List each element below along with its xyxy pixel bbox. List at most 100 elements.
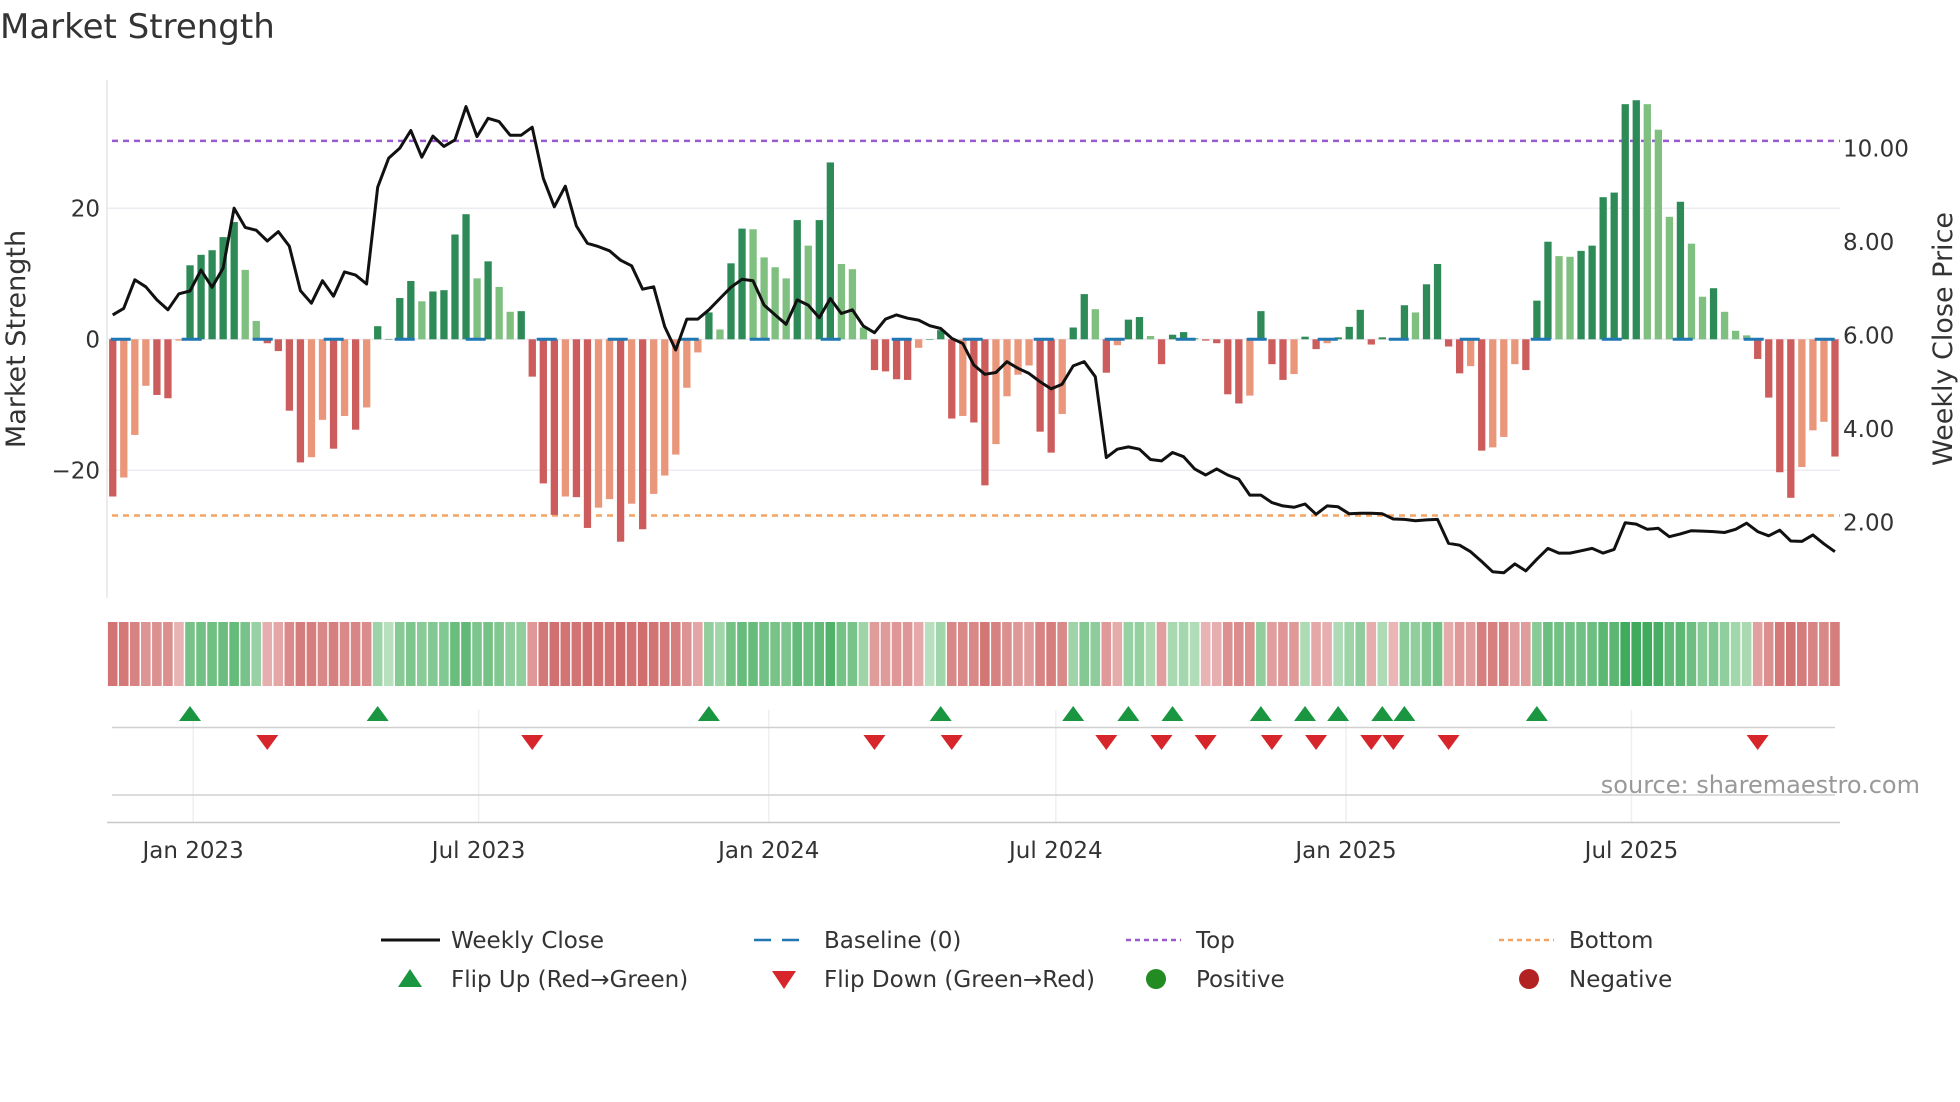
flip-up-marker xyxy=(1062,706,1085,721)
x-tick-label: Jan 2023 xyxy=(140,838,243,864)
strip-cell xyxy=(670,622,681,686)
strength-bar xyxy=(837,263,846,340)
strength-bar xyxy=(650,339,658,494)
strength-bar xyxy=(131,339,139,435)
strip-cell xyxy=(141,622,151,686)
strip-cell xyxy=(328,622,339,686)
strength-bar xyxy=(1643,104,1651,340)
strength-bar xyxy=(1157,339,1166,365)
strip-cell xyxy=(1222,622,1233,686)
strength-bar xyxy=(451,234,459,340)
strip-cell xyxy=(1057,622,1067,686)
y2-tick-label: 10.00 xyxy=(1843,136,1909,162)
strength-bar xyxy=(639,339,647,530)
strip-cell xyxy=(924,622,935,686)
flip-up-marker xyxy=(1117,706,1140,721)
flip-down-marker xyxy=(521,735,544,750)
flip-down-marker xyxy=(1305,735,1328,750)
strength-bar xyxy=(1345,326,1353,340)
strip-cell xyxy=(1565,622,1575,686)
strip-cell xyxy=(693,622,703,686)
strip-cell xyxy=(726,622,736,686)
strip-cell xyxy=(1200,622,1211,686)
strip-cell xyxy=(1046,622,1056,686)
strip-cell xyxy=(836,622,847,686)
strip-cell xyxy=(1719,622,1730,686)
strip-cell xyxy=(1532,622,1542,686)
strip-cell xyxy=(825,622,836,686)
strip-cell xyxy=(1101,622,1112,686)
strip-cell xyxy=(196,622,206,686)
strength-bar xyxy=(252,320,260,340)
strip-cell xyxy=(251,622,262,686)
strength-bar xyxy=(738,228,746,340)
strip-cell xyxy=(405,622,416,686)
flip-down-marker xyxy=(256,735,279,750)
strip-cell xyxy=(549,622,560,686)
strip-cell xyxy=(1653,622,1664,686)
strip-cell xyxy=(946,622,957,686)
right-axis-ticks: 10.00 8.00 6.00 4.00 2.00 xyxy=(1843,136,1909,536)
strip-cell xyxy=(1002,622,1012,686)
strength-bar xyxy=(572,339,581,498)
strength-bar xyxy=(208,250,216,340)
strength-bar xyxy=(164,339,172,399)
strip-cell xyxy=(759,622,769,686)
flip-up-marker xyxy=(1249,706,1272,721)
strength-bar xyxy=(1555,256,1563,340)
legend: Weekly Close Baseline (0) Top Bottom Fli… xyxy=(381,928,1672,993)
strip-cell xyxy=(417,622,427,686)
strip-cell xyxy=(505,622,515,686)
strength-bar xyxy=(374,326,382,340)
strength-bar xyxy=(274,339,282,352)
strip-cell xyxy=(1399,622,1410,686)
strip-cell xyxy=(770,622,780,686)
strip-cell xyxy=(1366,622,1377,686)
strength-bar xyxy=(1676,201,1685,340)
strip-cell xyxy=(1300,622,1310,686)
flip-down-marker xyxy=(1194,735,1217,750)
strength-bar xyxy=(318,339,327,420)
legend-bottom-label: Bottom xyxy=(1569,928,1653,954)
strength-bar xyxy=(1444,339,1453,347)
strip-cell xyxy=(1631,622,1642,686)
x-tick-label: Jul 2025 xyxy=(1583,838,1679,864)
flip-up-marker xyxy=(697,706,720,721)
strip-cell xyxy=(1708,622,1719,686)
strip-cell xyxy=(1233,622,1244,686)
strength-bar xyxy=(1213,339,1221,344)
flip-down-marker xyxy=(1260,735,1283,750)
strength-bar xyxy=(241,269,249,340)
strength-bar xyxy=(462,214,470,340)
strength-bar xyxy=(804,245,812,340)
strength-bar xyxy=(1400,305,1409,340)
strength-bar xyxy=(1632,100,1640,340)
strip-cell xyxy=(1774,622,1785,686)
strength-bar xyxy=(992,339,1000,445)
strength-bar xyxy=(1754,339,1762,359)
strength-bar xyxy=(1356,309,1364,340)
strength-bar xyxy=(440,290,448,340)
strip-cell xyxy=(361,622,372,686)
strip-cell xyxy=(1256,622,1266,686)
flip-up-marker xyxy=(366,706,389,721)
strip-cell xyxy=(880,622,891,686)
strip-cell xyxy=(538,622,549,686)
strength-bar xyxy=(1798,339,1806,468)
strength-bar xyxy=(363,339,371,408)
strip-cell xyxy=(781,622,791,686)
legend-positive-icon xyxy=(1146,969,1166,989)
strength-bar xyxy=(716,329,724,340)
flip-up-marker xyxy=(1393,706,1416,721)
strip-cell xyxy=(306,622,317,686)
strip-cell xyxy=(218,622,228,686)
strip-cell xyxy=(1664,622,1675,686)
strength-heat-strip xyxy=(107,622,1840,686)
strip-cell xyxy=(1167,622,1178,686)
strip-cell xyxy=(1476,622,1487,686)
strip-cell xyxy=(1819,622,1829,686)
strength-bar xyxy=(142,339,150,386)
strip-cell xyxy=(1134,622,1145,686)
strength-bar xyxy=(1610,192,1618,340)
strength-bar xyxy=(197,254,205,340)
